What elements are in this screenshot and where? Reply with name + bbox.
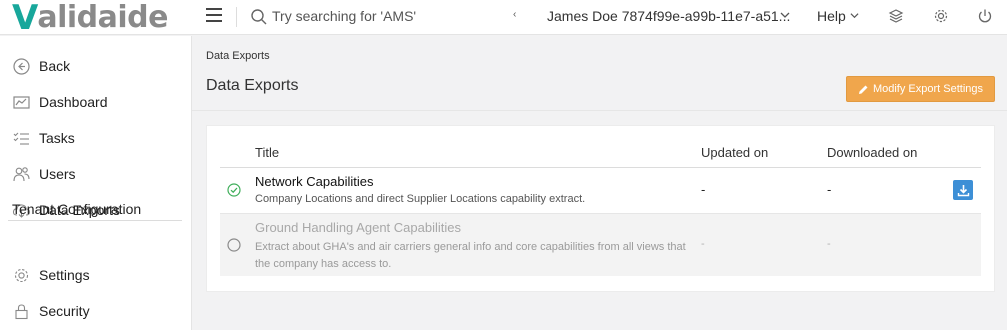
logo-text: alidaide	[37, 0, 168, 35]
export-description: Extract about GHA's and air carriers gen…	[255, 241, 686, 270]
column-header-title: Title	[255, 145, 280, 160]
gear-icon	[14, 268, 29, 282]
updated-on-value: -	[701, 182, 706, 197]
sidebar-item-label: Security	[39, 303, 90, 319]
back-arrow-icon	[13, 57, 30, 75]
sidebar-item-label: Users	[39, 166, 76, 182]
column-header-downloaded-on: Downloaded on	[827, 145, 918, 160]
chevron-down-icon[interactable]	[780, 10, 790, 20]
sidebar-item-label: Back	[39, 58, 71, 74]
page-title: Data Exports	[206, 77, 299, 94]
downloaded-on-value: -	[827, 238, 831, 250]
validaide-logo[interactable]: Validaide	[12, 0, 168, 35]
tasks-icon	[13, 132, 29, 145]
breadcrumb[interactable]: Data Exports	[206, 50, 270, 62]
layers-icon[interactable]	[887, 7, 905, 25]
header-divider	[192, 110, 1007, 111]
radio-circle-icon[interactable]	[227, 238, 241, 252]
export-title: Ground Handling Agent Capabilities	[255, 220, 461, 235]
modify-export-settings-label: Modify Export Settings	[872, 83, 984, 95]
pencil-icon	[858, 85, 868, 94]
top-bar: Validaide ‹ James Doe 7874f99e-a99b-11e7…	[0, 0, 1007, 35]
user-menu[interactable]: James Doe 7874f99e-a99b-11e7-a51...	[547, 8, 790, 24]
search-input[interactable]	[272, 5, 512, 27]
topbar-divider	[236, 7, 237, 27]
column-header-updated-on: Updated on	[701, 145, 769, 160]
export-title: Network Capabilities	[255, 174, 374, 189]
sidebar-item-users[interactable]: Users	[12, 162, 76, 186]
sidebar-item-dashboard[interactable]: Dashboard	[12, 90, 108, 114]
dashboard-icon	[13, 95, 30, 109]
sidebar-item-label: Dashboard	[39, 94, 108, 110]
sidebar-item-back[interactable]: Back	[12, 54, 70, 78]
download-button[interactable]	[953, 180, 973, 200]
sidebar-item-label: Settings	[39, 267, 90, 283]
gear-icon[interactable]	[932, 7, 950, 25]
help-chevron-icon[interactable]	[850, 11, 859, 20]
users-icon	[13, 166, 30, 181]
help-menu[interactable]: Help	[817, 8, 846, 24]
sidebar-divider	[8, 220, 182, 221]
lock-icon	[15, 303, 28, 319]
tenant-configuration-heading: Tenant Configuration	[12, 201, 142, 217]
search-icon	[251, 9, 267, 25]
downloaded-on-value: -	[827, 182, 832, 197]
sidebar-item-security[interactable]: Security	[12, 299, 90, 323]
sidebar-item-tasks[interactable]: Tasks	[12, 126, 75, 150]
download-icon	[957, 184, 969, 196]
export-description: Company Locations and direct Supplier Lo…	[255, 193, 586, 205]
updated-on-value: -	[701, 238, 705, 250]
check-circle-icon[interactable]	[227, 183, 241, 197]
power-icon[interactable]	[976, 7, 994, 25]
menu-icon[interactable]	[206, 8, 222, 22]
sidebar-item-label: Tasks	[39, 130, 75, 146]
search-caret: ‹	[513, 9, 517, 20]
table-header-divider	[220, 167, 981, 168]
modify-export-settings-button[interactable]: Modify Export Settings	[846, 76, 995, 102]
sidebar-item-settings[interactable]: Settings	[12, 263, 90, 287]
logo-initial: V	[12, 0, 38, 38]
